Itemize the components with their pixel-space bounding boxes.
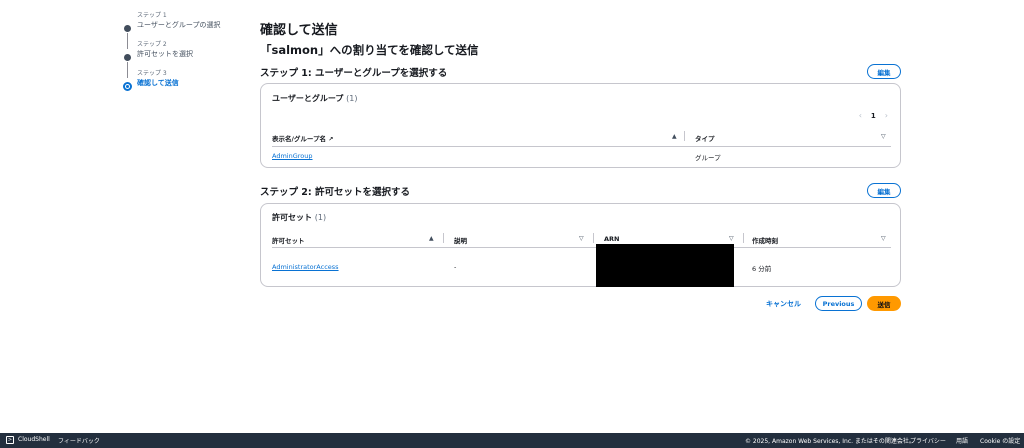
privacy-link[interactable]: プライバシー (910, 436, 946, 445)
wizard-step-3[interactable]: ステップ 3 確認して送信 (120, 70, 250, 99)
step-dot-icon (124, 54, 131, 61)
row-permission-set-link[interactable]: AdministratorAccess (272, 263, 339, 271)
cancel-button[interactable]: キャンセル (766, 299, 801, 309)
row-created-time: 6 分前 (752, 265, 772, 273)
page-subtitle: 「salmon」への割り当てを確認して送信 (260, 43, 479, 57)
column-divider (684, 131, 685, 141)
terms-link[interactable]: 用語 (956, 436, 968, 445)
col-display-name[interactable]: 表示名/グループ名 ↗ (272, 133, 333, 143)
col-permission-set[interactable]: 許可セット (272, 235, 305, 245)
row-name-link[interactable]: AdminGroup (272, 152, 313, 160)
column-divider (743, 233, 744, 243)
section1-edit-button[interactable]: 編集 (867, 64, 901, 79)
header-divider (272, 247, 891, 248)
card-header: ユーザーとグループ (1) (272, 93, 358, 104)
card-title: ユーザーとグループ (272, 94, 344, 103)
col-description[interactable]: 説明 (454, 235, 467, 245)
header-divider (272, 146, 891, 147)
card-count: (1) (314, 213, 327, 222)
cookie-settings-link[interactable]: Cookie の設定 (980, 436, 1020, 445)
pager-page-1[interactable]: 1 (871, 112, 876, 120)
pager-prev-icon[interactable]: ‹ (859, 111, 862, 120)
sort-ascending-icon[interactable]: ▲ (429, 235, 434, 242)
pager-next-icon[interactable]: › (885, 111, 888, 120)
pagination: ‹ 1 › (859, 111, 888, 120)
col-created[interactable]: 作成時刻 (752, 235, 778, 245)
wizard-step-2[interactable]: ステップ 2 許可セットを選択 (120, 41, 250, 78)
sort-icon[interactable]: ▽ (579, 235, 584, 242)
users-groups-card: ユーザーとグループ (1) ‹ 1 › 表示名/グループ名 ↗ ▲ タイプ ▽ … (260, 83, 901, 168)
cloudshell-icon[interactable]: > (6, 436, 14, 444)
sort-icon[interactable]: ▽ (881, 133, 886, 140)
step-label: ステップ 3 (137, 70, 167, 77)
previous-button[interactable]: Previous (815, 296, 862, 311)
step-label: ステップ 2 (137, 41, 167, 48)
column-divider (443, 233, 444, 243)
page-title: 確認して送信 (260, 23, 338, 38)
row-type: グループ (695, 154, 721, 162)
section2-edit-button[interactable]: 編集 (867, 183, 901, 198)
card-title: 許可セット (272, 213, 312, 222)
step-label: ステップ 1 (137, 12, 167, 19)
redacted-arn (596, 244, 734, 287)
section1-title: ステップ 1: ユーザーとグループを選択する (260, 68, 448, 79)
card-header: 許可セット (1) (272, 212, 326, 223)
submit-button[interactable]: 送信 (867, 296, 901, 311)
step-dot-icon (124, 25, 131, 32)
step-name: 確認して送信 (137, 79, 179, 87)
copyright-text: © 2025, Amazon Web Services, Inc. またはその関… (745, 438, 915, 445)
sort-ascending-icon[interactable]: ▲ (672, 133, 677, 140)
external-link-icon: ↗ (328, 136, 334, 143)
column-divider (593, 233, 594, 243)
section2-title: ステップ 2: 許可セットを選択する (260, 187, 411, 198)
step-name: ユーザーとグループの選択 (137, 21, 221, 29)
row-description: - (454, 263, 457, 271)
col-arn[interactable]: ARN (604, 235, 619, 243)
step-current-icon (123, 82, 132, 91)
wizard-step-1[interactable]: ステップ 1 ユーザーとグループの選択 (120, 12, 250, 49)
feedback-link[interactable]: フィードバック (58, 436, 100, 445)
sort-icon[interactable]: ▽ (729, 235, 734, 242)
cloudshell-link[interactable]: CloudShell (18, 436, 50, 443)
card-count: (1) (346, 94, 358, 103)
wizard-steps: ステップ 1 ユーザーとグループの選択 ステップ 2 許可セットを選択 ステップ… (120, 12, 250, 99)
footer-bar: > CloudShell フィードバック © 2025, Amazon Web … (0, 433, 1024, 448)
step-name: 許可セットを選択 (137, 50, 193, 58)
col-type[interactable]: タイプ (695, 133, 715, 143)
permission-sets-card: 許可セット (1) 許可セット ▲ 説明 ▽ ARN ▽ 作成時刻 ▽ Admi… (260, 203, 901, 287)
sort-icon[interactable]: ▽ (881, 235, 886, 242)
